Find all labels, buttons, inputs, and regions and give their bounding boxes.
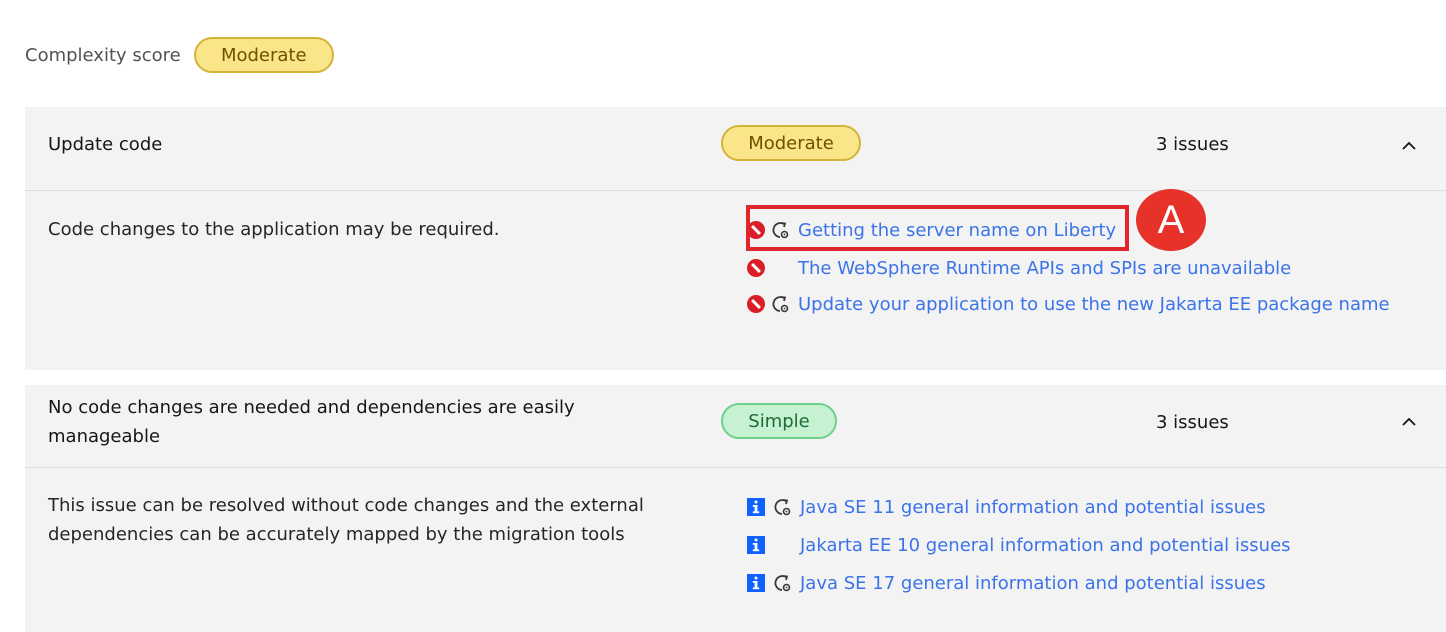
group-title: No code changes are needed and dependenc… [48,397,575,447]
group-complexity-tag: Simple [721,403,837,439]
callout-badge: A [1136,189,1206,251]
info-icon [747,498,765,516]
issue-link[interactable]: Java SE 11 general information and poten… [800,497,1266,518]
blocked-icon [747,295,765,313]
group-issue-count: 3 issues [1156,412,1229,433]
complexity-score-label: Complexity score [25,44,181,66]
info-icon [747,536,765,554]
chevron-up-icon[interactable] [1400,413,1418,431]
chevron-up-icon[interactable] [1400,137,1418,155]
issue-item: Java SE 17 general information and poten… [746,570,1266,596]
issue-item: Update your application to use the new J… [746,291,1390,317]
group-description: Code changes to the application may be r… [48,219,500,240]
issue-item: The WebSphere Runtime APIs and SPIs are … [746,255,1291,281]
issue-link[interactable]: Update your application to use the new J… [798,294,1390,315]
issue-item: Jakarta EE 10 general information and po… [746,532,1291,558]
group-complexity-tag: Moderate [721,125,861,161]
automation-icon [774,575,791,592]
automation-icon [772,296,789,313]
complexity-score-tag: Moderate [193,37,334,73]
group-header[interactable]: Update code Moderate 3 issues [25,107,1446,191]
issue-item: Java SE 11 general information and poten… [746,494,1266,520]
group-title: Update code [48,134,163,155]
group-update-code: Update code Moderate 3 issues Code chang… [25,107,1446,370]
automation-icon [774,499,791,516]
group-issue-count: 3 issues [1156,134,1229,155]
callout-highlight-box [746,205,1129,251]
issue-link[interactable]: Jakarta EE 10 general information and po… [800,535,1291,556]
issue-link[interactable]: Java SE 17 general information and poten… [800,573,1266,594]
complexity-score: Complexity score Moderate [25,36,334,74]
info-icon [747,574,765,592]
issue-link[interactable]: The WebSphere Runtime APIs and SPIs are … [798,258,1291,279]
group-description: This issue can be resolved without code … [48,495,644,545]
blocked-icon [747,259,765,277]
group-header[interactable]: No code changes are needed and dependenc… [25,385,1446,468]
group-no-code-changes: No code changes are needed and dependenc… [25,385,1446,632]
